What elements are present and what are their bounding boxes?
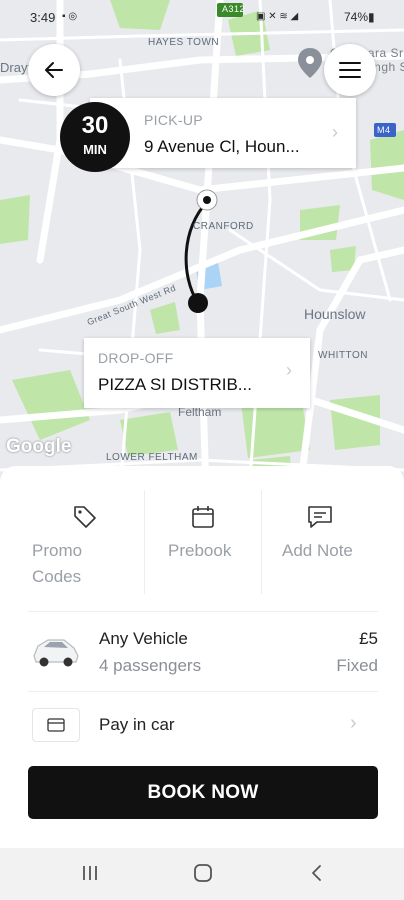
hamburger-icon xyxy=(339,62,361,78)
status-time: 3:49 xyxy=(30,10,56,25)
card-icon xyxy=(47,718,65,732)
add-note-label: Add Note xyxy=(282,541,353,560)
back-nav-icon[interactable] xyxy=(308,862,326,884)
action-row: Promo Codes Prebook Add Note xyxy=(28,490,378,594)
status-bar: 3:49 ▪ ◎ ▣ ✕ ≋ ◢ 74%▮ xyxy=(0,0,404,36)
fare-type: Fixed xyxy=(336,656,378,675)
eta-unit: MIN xyxy=(83,142,107,157)
arrow-left-icon xyxy=(45,62,63,78)
payment-label: Pay in car xyxy=(99,715,175,734)
notification-icons: ▪ ◎ xyxy=(62,11,78,22)
prebook-label: Prebook xyxy=(168,541,232,560)
chevron-right-icon: › xyxy=(350,712,357,734)
book-now-button[interactable]: BOOK NOW xyxy=(28,766,378,819)
google-logo: Google xyxy=(6,436,72,457)
map-label-whitton: WHITTON xyxy=(318,350,368,361)
map-label-lower-feltham: LOWER FELTHAM xyxy=(106,452,198,463)
promo-label-line2: Codes xyxy=(32,567,82,586)
map-label-drayton: Drayt xyxy=(0,60,32,75)
pickup-address: 9 Avenue Cl, Houn... xyxy=(144,137,300,156)
vehicle-passengers: 4 passengers xyxy=(99,656,202,675)
map-label-cranford: CRANFORD xyxy=(193,221,254,232)
promo-codes-button[interactable]: Promo Codes xyxy=(28,490,144,594)
battery-indicator: 74%▮ xyxy=(344,10,375,24)
payment-method-box xyxy=(32,708,80,742)
car-icon xyxy=(33,639,79,667)
message-icon xyxy=(308,506,332,528)
dropoff-card[interactable]: DROP-OFF PIZZA SI DISTRIB... › xyxy=(84,338,310,408)
recent-apps-icon[interactable] xyxy=(80,862,100,884)
chevron-right-icon: › xyxy=(332,122,338,142)
dropoff-address: PIZZA SI DISTRIB... xyxy=(98,375,252,394)
eta-badge: 30 MIN xyxy=(60,102,130,172)
tag-icon xyxy=(74,506,96,528)
calendar-icon xyxy=(192,506,214,528)
pickup-label: PICK-UP xyxy=(144,112,203,128)
system-icons: ▣ ✕ ≋ ◢ xyxy=(256,11,299,22)
fare-price: £5 xyxy=(359,629,378,648)
system-nav-bar xyxy=(0,848,404,900)
divider xyxy=(28,691,378,692)
back-button[interactable] xyxy=(28,44,80,96)
menu-button[interactable] xyxy=(324,44,376,96)
promo-label-line1: Promo xyxy=(32,541,83,560)
home-icon[interactable] xyxy=(192,862,214,884)
dropoff-label: DROP-OFF xyxy=(98,350,174,366)
map-label-hounslow: Hounslow xyxy=(304,306,366,322)
add-note-button[interactable]: Add Note xyxy=(262,490,378,594)
chevron-right-icon: › xyxy=(286,360,292,380)
road-m4-label: M4 xyxy=(377,125,391,135)
divider xyxy=(28,611,378,612)
booking-sheet: Promo Codes Prebook Add Note Any Vehicle… xyxy=(0,466,404,848)
vehicle-name: Any Vehicle xyxy=(99,629,188,648)
map-label-hayes-town: HAYES TOWN xyxy=(148,37,220,48)
prebook-button[interactable]: Prebook xyxy=(145,490,261,594)
eta-minutes: 30 xyxy=(81,112,109,139)
